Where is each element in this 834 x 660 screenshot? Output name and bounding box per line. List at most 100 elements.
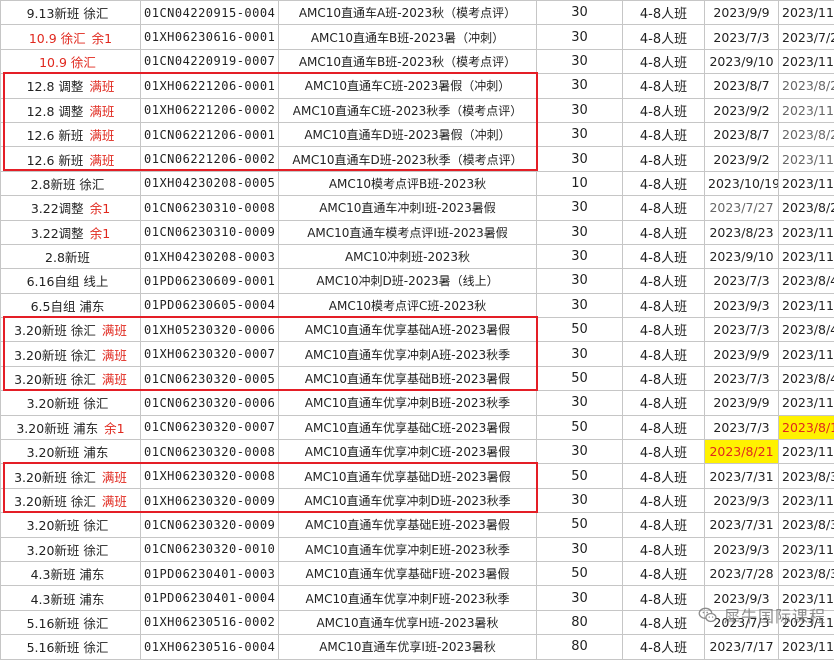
class-status-tag: 余1: [90, 226, 110, 241]
class-info-cell: 3.20新班 浦东: [1, 440, 141, 464]
table-row: 3.22调整余101CN06230310-0008AMC10直通车冲刺I班-20…: [1, 196, 834, 220]
class-code-cell: 01CN04220915-0004: [141, 1, 279, 25]
start-date-cell: 2023/7/3: [705, 366, 779, 390]
start-date-cell: 2023/9/2: [705, 98, 779, 122]
course-name-cell: AMC10直通车C班-2023秋季（模考点评）: [279, 98, 537, 122]
class-code-cell: 01CN06230310-0008: [141, 196, 279, 220]
class-size-cell: 4-8人班: [623, 440, 705, 464]
class-status-tag: 余1: [92, 31, 112, 46]
start-date-cell: 2023/9/9: [705, 342, 779, 366]
course-name-cell: AMC10直通车优享冲刺F班-2023秋季: [279, 586, 537, 610]
class-info-text: 3.20新班 徐汇: [14, 494, 96, 509]
course-name-cell: AMC10直通车D班-2023暑假（冲刺）: [279, 122, 537, 146]
class-info-text: 6.16自组 线上: [27, 274, 109, 289]
class-code-cell: 01PD06230605-0004: [141, 293, 279, 317]
class-info-text: 3.22调整: [31, 201, 84, 216]
start-date-cell: 2023/9/3: [705, 488, 779, 512]
session-count-cell: 10: [537, 171, 623, 195]
class-info-cell: 3.20新班 徐汇满班: [1, 318, 141, 342]
start-date-cell: 2023/8/23: [705, 220, 779, 244]
table-row: 5.16新班 徐汇01XH06230516-0004AMC10直通车优享I班-2…: [1, 635, 834, 659]
start-date-cell: 2023/9/3: [705, 537, 779, 561]
course-name-cell: AMC10直通车B班-2023秋（模考点评）: [279, 49, 537, 73]
class-code-cell: 01XH04230208-0003: [141, 244, 279, 268]
class-info-text: 12.8 调整: [27, 104, 84, 119]
class-info-cell: 4.3新班 浦东: [1, 561, 141, 585]
end-date-cell: 2023/11/12: [779, 537, 834, 561]
class-status-tag: 满班: [89, 104, 114, 119]
end-date-cell: 2023/11/12: [779, 440, 834, 464]
start-date-cell: 2023/10/19: [705, 171, 779, 195]
start-date-cell: 2023/8/7: [705, 122, 779, 146]
course-name-cell: AMC10直通车优享冲刺D班-2023秋季: [279, 488, 537, 512]
class-status-tag: 余1: [90, 201, 110, 216]
class-info-text: 3.20新班 浦东: [27, 445, 109, 460]
class-schedule-table: 9.13新班 徐汇 01CN04220915-0004AMC10直通车A班-202…: [0, 0, 834, 660]
class-info-text: 3.20新班 浦东: [16, 421, 98, 436]
class-info-text: 3.20新班 徐汇: [27, 518, 109, 533]
course-name-cell: AMC10直通车优享冲刺B班-2023秋季: [279, 391, 537, 415]
session-count-cell: 50: [537, 464, 623, 488]
start-date-cell: 2023/7/31: [705, 464, 779, 488]
end-date-cell: 2023/11/16: [779, 171, 834, 195]
class-size-cell: 4-8人班: [623, 25, 705, 49]
class-info-cell: 2.8新班: [1, 244, 141, 268]
class-size-cell: 4-8人班: [623, 561, 705, 585]
class-info-text: 9.13新班 徐汇: [27, 6, 109, 21]
end-date-cell: 2023/11/4: [779, 147, 834, 171]
session-count-cell: 30: [537, 49, 623, 73]
start-date-cell: 2023/7/3: [705, 415, 779, 439]
class-info-text: 3.20新班 徐汇: [14, 372, 96, 387]
start-date-cell: 2023/7/17: [705, 635, 779, 659]
class-code-cell: 01CN06230320-0010: [141, 537, 279, 561]
class-info-text: 3.22调整: [31, 226, 84, 241]
class-info-cell: 6.5自组 浦东: [1, 293, 141, 317]
class-info-cell: 5.16新班 徐汇: [1, 635, 141, 659]
class-info-cell: 10.9 徐汇: [1, 49, 141, 73]
class-code-cell: 01XH05230320-0006: [141, 318, 279, 342]
class-size-cell: 4-8人班: [623, 513, 705, 537]
class-status-tag: 满班: [89, 153, 114, 168]
class-info-cell: 4.3新班 浦东: [1, 586, 141, 610]
class-size-cell: 4-8人班: [623, 147, 705, 171]
session-count-cell: 30: [537, 220, 623, 244]
end-date-cell: 2023/11/5: [779, 220, 834, 244]
class-code-cell: 01PD06230401-0004: [141, 586, 279, 610]
start-date-cell: 2023/9/10: [705, 244, 779, 268]
course-name-cell: AMC10直通车优享基础F班-2023暑假: [279, 561, 537, 585]
start-date-cell: 2023/7/3: [705, 318, 779, 342]
end-date-cell: 2023/8/20: [779, 196, 834, 220]
course-name-cell: AMC10模考点评C班-2023秋: [279, 293, 537, 317]
table-row: 6.5自组 浦东01PD06230605-0004AMC10模考点评C班-202…: [1, 293, 834, 317]
table-body: 9.13新班 徐汇 01CN04220915-0004AMC10直通车A班-202…: [1, 1, 834, 660]
session-count-cell: 30: [537, 342, 623, 366]
start-date-cell: 2023/9/2: [705, 147, 779, 171]
class-info-cell: 6.16自组 线上: [1, 269, 141, 293]
class-code-cell: 01XH06230516-0002: [141, 610, 279, 634]
class-info-text: 12.6 新班: [27, 128, 84, 143]
class-size-cell: 4-8人班: [623, 610, 705, 634]
class-info-cell: 2.8新班 徐汇: [1, 171, 141, 195]
end-date-cell: 2023/8/4: [779, 318, 834, 342]
end-date-cell: 2023/11/11: [779, 342, 834, 366]
course-name-cell: AMC10冲刺班-2023秋: [279, 244, 537, 268]
class-code-cell: 01CN06221206-0001: [141, 122, 279, 146]
session-count-cell: 30: [537, 74, 623, 98]
wechat-icon: [698, 605, 718, 625]
class-info-cell: 3.20新班 徐汇满班: [1, 366, 141, 390]
course-name-cell: AMC10直通车优享冲刺A班-2023秋季: [279, 342, 537, 366]
session-count-cell: 50: [537, 318, 623, 342]
end-date-cell: 2023/8/4: [779, 366, 834, 390]
course-name-cell: AMC10直通车C班-2023暑假（冲刺）: [279, 74, 537, 98]
class-info-cell: 12.6 新班满班: [1, 147, 141, 171]
session-count-cell: 30: [537, 25, 623, 49]
class-info-text: 10.9 徐汇: [29, 31, 86, 46]
session-count-cell: 30: [537, 586, 623, 610]
class-status-tag: 满班: [102, 494, 127, 509]
class-code-cell: 01CN04220919-0007: [141, 49, 279, 73]
start-date-cell: 2023/8/21: [705, 440, 779, 464]
course-name-cell: AMC10直通车A班-2023秋（模考点评）: [279, 1, 537, 25]
class-code-cell: 01XH06230616-0001: [141, 25, 279, 49]
class-size-cell: 4-8人班: [623, 464, 705, 488]
session-count-cell: 30: [537, 122, 623, 146]
